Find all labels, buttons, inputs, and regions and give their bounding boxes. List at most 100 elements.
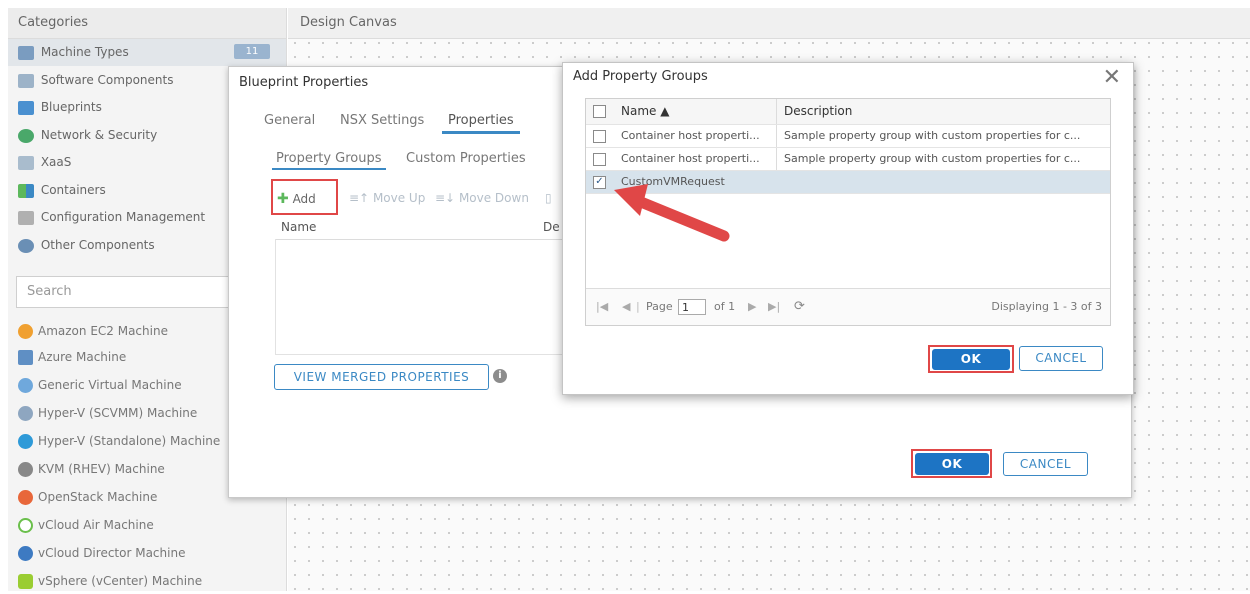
ok-button[interactable]: OK xyxy=(932,349,1010,370)
move-down-label: Move Down xyxy=(458,191,529,205)
prev-page-icon[interactable]: ◀ xyxy=(622,289,630,325)
subtab-property-groups[interactable]: Property Groups xyxy=(272,151,385,170)
move-down-button[interactable]: ≡↓ Move Down xyxy=(435,191,529,205)
category-label: Network & Security xyxy=(40,128,158,142)
category-label: Configuration Management xyxy=(40,210,206,224)
dialog-title: Add Property Groups xyxy=(573,69,708,84)
arrow-head xyxy=(614,184,648,216)
azure-icon xyxy=(18,350,33,365)
blueprints-icon xyxy=(18,100,34,115)
machine-label: Hyper-V (SCVMM) Machine xyxy=(38,406,198,420)
next-page-icon[interactable]: ▶ xyxy=(748,289,756,325)
machine-label: vSphere (vCenter) Machine xyxy=(38,574,203,588)
move-up-icon: ≡↑ xyxy=(349,191,370,205)
info-icon[interactable]: i xyxy=(493,369,507,383)
view-merged-properties-button[interactable]: VIEW MERGED PROPERTIES xyxy=(274,364,489,390)
row-name: Container host properti... xyxy=(621,129,760,142)
hyperv-standalone-icon xyxy=(18,434,33,449)
select-all-checkbox[interactable] xyxy=(593,105,606,118)
category-machine-types[interactable]: Machine Types 11 xyxy=(8,39,286,66)
software-components-icon xyxy=(18,73,34,88)
category-label: Containers xyxy=(40,183,106,197)
column-divider xyxy=(776,99,777,124)
canvas-header: Design Canvas xyxy=(288,8,1250,39)
property-groups-grid xyxy=(275,239,566,355)
column-name: Name xyxy=(281,220,317,234)
red-arrow-annotation xyxy=(614,184,730,242)
machine-label: Generic Virtual Machine xyxy=(38,378,182,392)
other-components-icon xyxy=(18,238,34,253)
move-down-icon: ≡↓ xyxy=(435,191,456,205)
generic-vm-icon xyxy=(18,378,33,393)
add-button[interactable]: ✚ Add xyxy=(277,191,316,207)
tab-nsx-settings[interactable]: NSX Settings xyxy=(340,113,424,128)
arrow-shaft xyxy=(630,194,730,242)
column-description[interactable]: Description xyxy=(784,99,1106,124)
vcloud-director-icon xyxy=(18,546,33,561)
pager-divider: | xyxy=(636,300,640,313)
close-icon[interactable]: ✕ xyxy=(1103,65,1121,90)
row-description: Sample property group with custom proper… xyxy=(784,152,1081,165)
document-icon[interactable]: ▯ xyxy=(545,191,552,205)
vcloud-air-icon xyxy=(18,518,33,533)
machine-item[interactable]: vCloud Air Machine xyxy=(8,512,286,538)
column-divider xyxy=(776,125,777,147)
last-page-icon[interactable]: ▶| xyxy=(768,289,780,325)
row-description: Sample property group with custom proper… xyxy=(784,129,1081,142)
configuration-management-icon xyxy=(18,210,34,225)
add-label: Add xyxy=(292,192,316,206)
page-total: of 1 xyxy=(714,300,736,313)
display-count: Displaying 1 - 3 of 3 xyxy=(991,300,1102,313)
ok-button[interactable]: OK xyxy=(915,453,989,475)
xaas-icon xyxy=(18,155,34,170)
row-name: Container host properti... xyxy=(621,152,760,165)
page-input-wrap: 1 xyxy=(678,289,706,325)
machine-label: Hyper-V (Standalone) Machine xyxy=(38,434,221,448)
plus-icon: ✚ xyxy=(277,191,289,207)
row-checkbox[interactable] xyxy=(593,130,606,143)
cancel-button[interactable]: CANCEL xyxy=(1003,452,1088,476)
category-label: Other Components xyxy=(40,238,155,252)
refresh-icon[interactable]: ⟳ xyxy=(794,289,805,325)
categories-header: Categories xyxy=(8,8,286,39)
page-label: Page xyxy=(646,300,673,313)
hyperv-scvmm-icon xyxy=(18,406,33,421)
count-badge: 11 xyxy=(234,44,270,59)
grid-header-row: Name ▲ Description xyxy=(586,99,1110,125)
category-label: Blueprints xyxy=(40,100,102,114)
vsphere-icon xyxy=(18,574,33,589)
move-up-button[interactable]: ≡↑ Move Up xyxy=(349,191,425,205)
cancel-button[interactable]: CANCEL xyxy=(1019,346,1103,371)
tab-general[interactable]: General xyxy=(264,113,315,128)
machine-label: KVM (RHEV) Machine xyxy=(38,462,165,476)
tab-properties[interactable]: Properties xyxy=(442,113,520,134)
network-security-icon xyxy=(18,128,34,143)
table-row[interactable]: Container host properti... Sample proper… xyxy=(586,148,1110,171)
machine-item[interactable]: vSphere (vCenter) Machine xyxy=(8,568,286,594)
openstack-icon xyxy=(18,490,33,505)
category-label: XaaS xyxy=(40,155,72,169)
column-divider xyxy=(776,148,777,170)
machine-label: vCloud Air Machine xyxy=(38,518,154,532)
pagination-bar: |◀ ◀ | Page 1 of 1 ▶ ▶| ⟳ Displaying 1 -… xyxy=(586,288,1110,325)
machine-label: Amazon EC2 Machine xyxy=(38,324,168,338)
machine-item[interactable]: vCloud Director Machine xyxy=(8,540,286,566)
category-label: Machine Types xyxy=(40,45,129,59)
first-page-icon[interactable]: |◀ xyxy=(596,289,608,325)
column-description: De xyxy=(543,220,560,234)
machine-label: OpenStack Machine xyxy=(38,490,158,504)
machine-label: vCloud Director Machine xyxy=(38,546,186,560)
table-row[interactable]: Container host properti... Sample proper… xyxy=(586,125,1110,148)
page-number-input[interactable]: 1 xyxy=(678,299,706,315)
subtab-custom-properties[interactable]: Custom Properties xyxy=(406,151,526,166)
amazon-ec2-icon xyxy=(18,324,33,339)
machine-label: Azure Machine xyxy=(38,350,127,364)
column-name-sort[interactable]: Name ▲ xyxy=(621,99,776,124)
dialog-title: Blueprint Properties xyxy=(239,75,369,90)
machine-types-icon xyxy=(18,45,34,60)
row-checkbox[interactable] xyxy=(593,153,606,166)
kvm-icon xyxy=(18,462,33,477)
property-groups-grid-header: Name De xyxy=(275,215,565,240)
containers-icon xyxy=(18,183,34,198)
move-up-label: Move Up xyxy=(372,191,426,205)
